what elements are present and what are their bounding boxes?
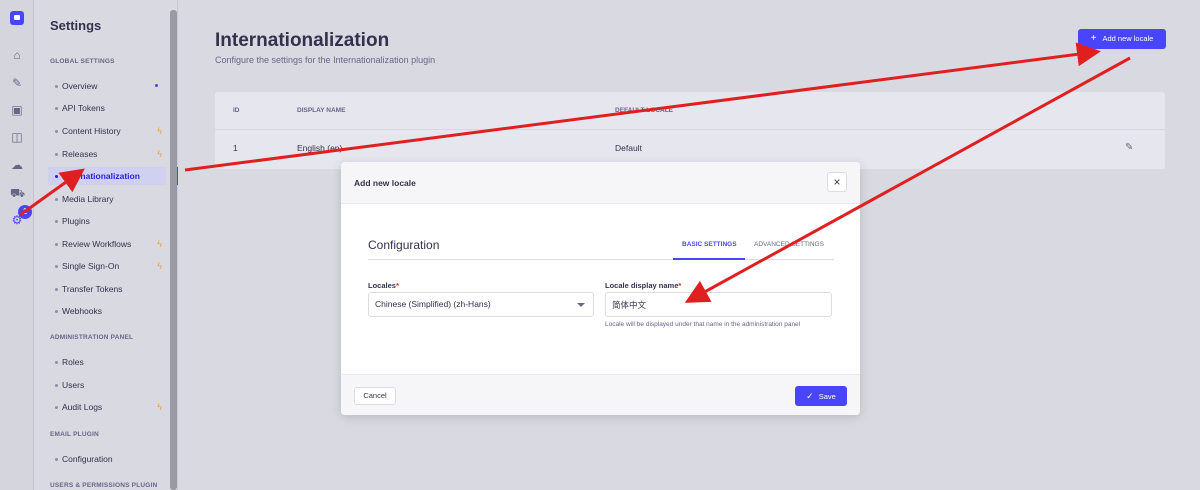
configuration-heading: Configuration — [368, 238, 440, 252]
home-icon[interactable]: ⌂ — [10, 48, 24, 62]
tab-advanced-settings[interactable]: ADVANCED SETTINGS — [754, 241, 824, 248]
lightning-icon: ϟ — [157, 239, 162, 249]
sidebar-item-email-configuration[interactable]: Configuration — [48, 450, 166, 468]
display-name-hint: Locale will be displayed under that name… — [605, 321, 801, 328]
section-administration-panel: ADMINISTRATION PANEL — [50, 334, 134, 341]
modal-footer: Cancel ✓ Save — [341, 374, 860, 415]
lightning-icon: ϟ — [157, 126, 162, 136]
sidebar-item-transfer-tokens[interactable]: Transfer Tokens — [48, 280, 166, 298]
sidebar-item-roles[interactable]: Roles — [48, 353, 166, 371]
column-header-default-locale: DEFAULT LOCALE — [615, 107, 674, 114]
sidebar-item-api-tokens[interactable]: API Tokens — [48, 99, 166, 117]
new-indicator-icon — [155, 84, 158, 87]
column-header-id: ID — [233, 107, 240, 114]
sidebar-item-single-sign-on[interactable]: Single Sign-On ϟ — [48, 257, 166, 275]
table-cell-display-name: English (en) — [297, 143, 343, 153]
modal-title: Add new locale — [354, 178, 416, 188]
settings-badge: 1 — [18, 205, 32, 219]
chevron-down-icon — [577, 303, 585, 307]
cloud-icon[interactable]: ☁ — [10, 158, 24, 172]
sidebar-item-internationalization[interactable]: Internationalization — [48, 167, 178, 185]
sidebar-item-releases[interactable]: Releases ϟ — [48, 145, 166, 163]
section-email-plugin: EMAIL PLUGIN — [50, 431, 99, 438]
tab-basic-settings[interactable]: BASIC SETTINGS — [682, 241, 737, 248]
lightning-icon: ϟ — [157, 149, 162, 159]
locales-label: Locales* — [368, 281, 399, 290]
lightning-icon: ϟ — [157, 261, 162, 271]
sidebar-item-review-workflows[interactable]: Review Workflows ϟ — [48, 235, 166, 253]
page-subtitle: Configure the settings for the Internati… — [215, 55, 436, 65]
locales-select[interactable]: Chinese (Simplified) (zh-Hans) — [368, 292, 594, 317]
locales-table: ID DISPLAY NAME DEFAULT LOCALE 1 English… — [215, 92, 1165, 169]
strapi-logo-icon[interactable] — [10, 11, 24, 25]
plus-icon: + — [1090, 33, 1097, 44]
sidebar-item-content-history[interactable]: Content History ϟ — [48, 122, 166, 140]
sidebar-title: Settings — [50, 18, 102, 33]
sidebar-item-users[interactable]: Users — [48, 376, 166, 394]
save-button[interactable]: ✓ Save — [795, 386, 847, 406]
add-locale-modal: Add new locale × Configuration BASIC SET… — [341, 162, 860, 415]
main-nav-rail: ⌂ ✎ ▣ ◫ ☁ ⛟ ⚙ 1 — [0, 0, 34, 490]
locale-display-name-label: Locale display name* — [605, 281, 682, 290]
add-new-locale-button[interactable]: + Add new locale — [1078, 29, 1166, 49]
sidebar-item-media-library[interactable]: Media Library — [48, 190, 166, 208]
sidebar-item-overview[interactable]: Overview — [48, 77, 166, 95]
lightning-icon: ϟ — [157, 402, 162, 412]
sidebar-item-audit-logs[interactable]: Audit Logs ϟ — [48, 398, 166, 416]
modal-header: Add new locale × — [341, 162, 860, 204]
section-users-permissions-plugin: USERS & PERMISSIONS PLUGIN — [50, 482, 158, 489]
section-global-settings: GLOBAL SETTINGS — [50, 58, 115, 65]
cancel-button[interactable]: Cancel — [354, 387, 396, 405]
table-cell-id: 1 — [233, 143, 238, 153]
sidebar-item-webhooks[interactable]: Webhooks — [48, 302, 166, 320]
page-title: Internationalization — [215, 30, 390, 51]
table-cell-default-locale: Default — [615, 143, 642, 153]
media-icon[interactable]: ▣ — [10, 103, 24, 117]
table-divider — [215, 129, 1165, 130]
edit-pencil-icon[interactable]: ✎ — [1125, 142, 1133, 153]
settings-sidebar: Settings GLOBAL SETTINGS Overview API To… — [34, 0, 178, 490]
layout-icon[interactable]: ◫ — [10, 130, 24, 144]
tab-underline — [368, 259, 834, 260]
sidebar-scrollbar[interactable] — [170, 10, 177, 490]
sidebar-item-plugins[interactable]: Plugins — [48, 212, 166, 230]
cart-icon[interactable]: ⛟ — [10, 186, 25, 200]
locale-display-name-input[interactable] — [605, 292, 832, 317]
tab-active-indicator — [673, 258, 745, 260]
column-header-display-name[interactable]: DISPLAY NAME — [297, 107, 345, 114]
close-icon[interactable]: × — [827, 172, 847, 192]
check-icon: ✓ — [806, 391, 814, 401]
feather-icon[interactable]: ✎ — [10, 76, 24, 90]
